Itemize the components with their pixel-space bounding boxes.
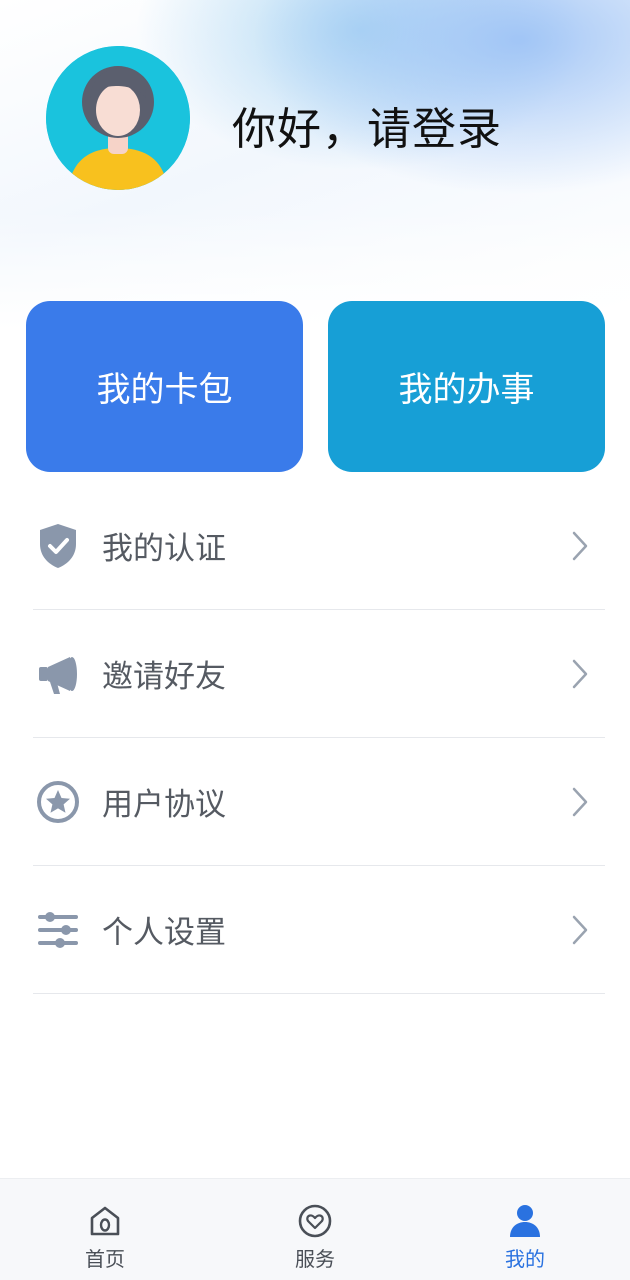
menu-item-personal-settings[interactable]: 个人设置: [33, 866, 605, 994]
my-wallet-button[interactable]: 我的卡包: [26, 301, 303, 472]
user-icon: [505, 1201, 545, 1241]
default-avatar-icon: [46, 46, 190, 190]
chevron-right-icon: [572, 915, 588, 944]
heart-circle-icon: [295, 1201, 335, 1241]
tab-mine[interactable]: 我的: [465, 1179, 585, 1280]
star-circle-icon: [33, 777, 83, 827]
tab-label: 我的: [505, 1247, 545, 1271]
menu-item-certification[interactable]: 我的认证: [33, 482, 605, 610]
megaphone-icon: [33, 649, 83, 699]
menu-item-label: 我的认证: [102, 531, 226, 567]
tab-label: 服务: [295, 1247, 335, 1271]
tab-service[interactable]: 服务: [255, 1179, 375, 1280]
mine-page: 你好，请登录 我的卡包 我的办事 我的认证 邀请好友 用户协议 个人设置 首页 …: [0, 0, 630, 1280]
home-icon: [85, 1201, 125, 1241]
tab-label: 首页: [85, 1247, 125, 1271]
sliders-icon: [33, 905, 83, 955]
menu-item-user-agreement[interactable]: 用户协议: [33, 738, 605, 866]
menu-list: 我的认证 邀请好友 用户协议 个人设置: [33, 482, 605, 994]
chevron-right-icon: [572, 659, 588, 688]
menu-item-label: 邀请好友: [102, 659, 226, 695]
shield-check-icon: [33, 521, 83, 571]
chevron-right-icon: [572, 787, 588, 816]
avatar[interactable]: [46, 46, 190, 190]
bottom-tab-bar: 首页 服务 我的: [0, 1178, 630, 1280]
login-greeting[interactable]: 你好，请登录: [232, 100, 502, 160]
menu-item-label: 用户协议: [102, 787, 226, 823]
my-affairs-button[interactable]: 我的办事: [328, 301, 605, 472]
chevron-right-icon: [572, 531, 588, 560]
menu-item-label: 个人设置: [102, 915, 226, 951]
tab-home[interactable]: 首页: [45, 1179, 165, 1280]
menu-item-invite-friends[interactable]: 邀请好友: [33, 610, 605, 738]
